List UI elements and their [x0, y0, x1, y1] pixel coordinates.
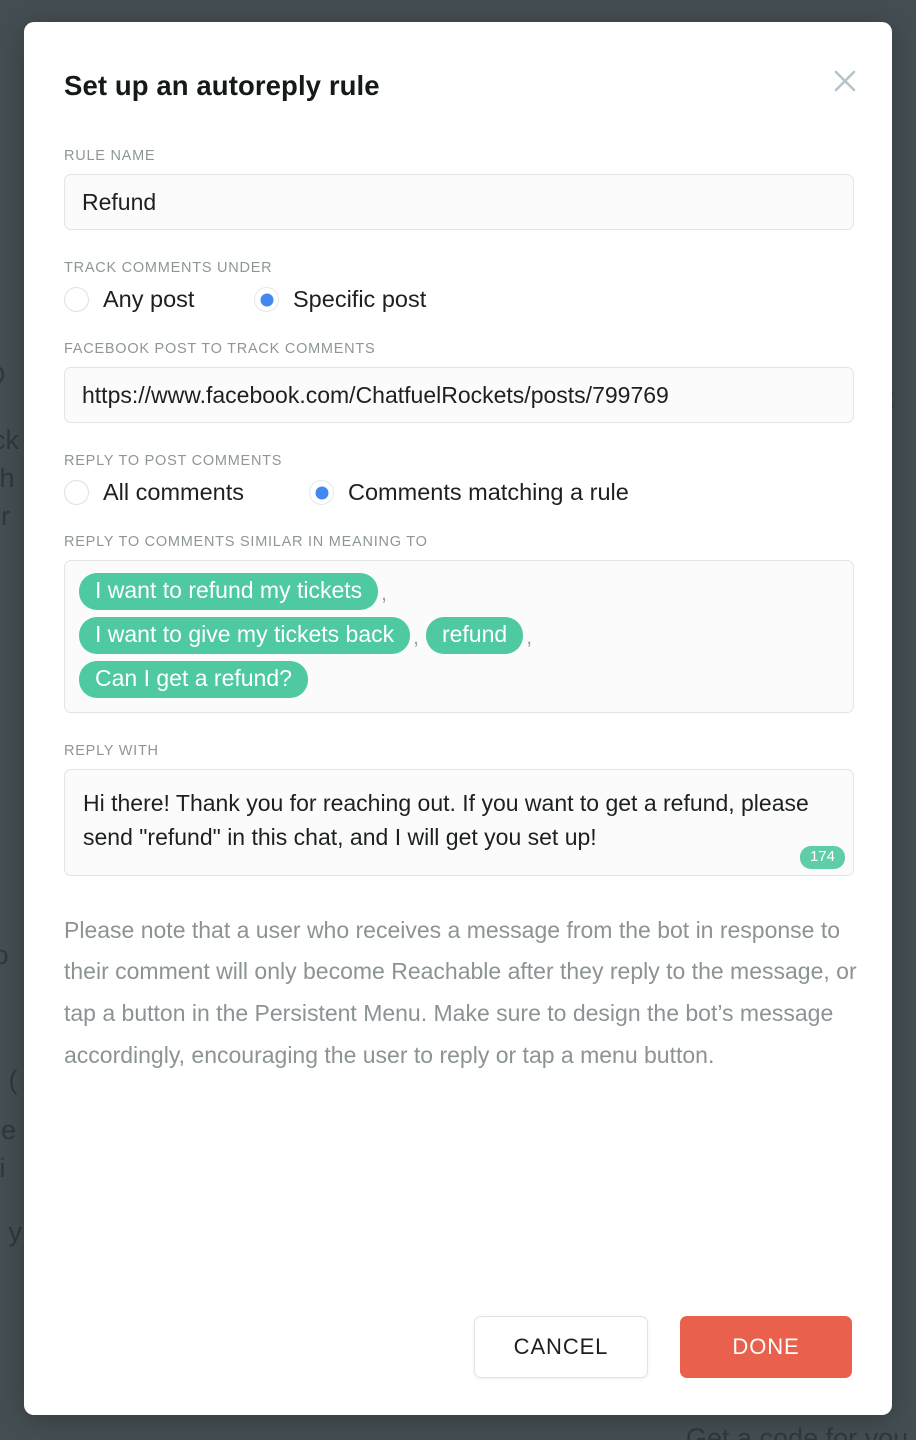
background-text-fragment: n y: [0, 1217, 23, 1247]
reply-with-textarea[interactable]: Hi there! Thank you for reaching out. If…: [64, 769, 854, 876]
page-title: Set up an autoreply rule: [64, 70, 380, 101]
radio-any-post[interactable]: Any post: [64, 286, 254, 313]
chip-phrase[interactable]: I want to give my tickets back: [79, 617, 411, 655]
chip-separator: ,: [526, 626, 533, 650]
chip-phrase[interactable]: refund: [425, 617, 524, 655]
radio-circle-icon: [64, 480, 89, 505]
radio-all-comments-label: All comments: [103, 479, 245, 505]
radio-all-comments[interactable]: All comments: [64, 479, 309, 506]
modal-footer: CANCEL DONE: [474, 1316, 852, 1378]
track-comments-under-label: TRACK COMMENTS UNDER: [64, 260, 273, 276]
facebook-post-group: FACEBOOK POST TO TRACK COMMENTS https://…: [64, 341, 854, 423]
chip-phrase[interactable]: I want to refund my tickets: [79, 573, 379, 611]
done-button[interactable]: DONE: [680, 1316, 852, 1378]
reachability-note: Please note that a user who receives a m…: [64, 916, 857, 1069]
rule-name-label: RULE NAME: [64, 148, 156, 164]
radio-comments-matching-rule[interactable]: Comments matching a rule: [309, 479, 629, 506]
similar-meaning-group: REPLY TO COMMENTS SIMILAR IN MEANING TO …: [64, 534, 854, 714]
radio-specific-post[interactable]: Specific post: [254, 286, 426, 313]
chip-row: Can I get a refund?: [79, 661, 839, 699]
background-text-fragment: ch: [0, 463, 15, 493]
chip-separator: ,: [381, 582, 388, 606]
background-text-fragment: e (: [0, 1065, 18, 1095]
track-comments-under-group: TRACK COMMENTS UNDER Any post Specific p…: [64, 260, 854, 313]
similar-meaning-chips-box[interactable]: I want to refund my tickets , I want to …: [64, 560, 854, 714]
chip-separator: ,: [413, 626, 419, 650]
background-text-fragment: si: [0, 1153, 6, 1183]
character-count-badge: 174: [799, 845, 845, 869]
background-text-fragment: Get a code for you: [686, 1423, 909, 1440]
autoreply-rule-modal: Set up an autoreply rule RULE NAME Refun…: [24, 22, 892, 1415]
chip-phrase[interactable]: Can I get a refund?: [79, 661, 308, 699]
chip-row: I want to give my tickets back , refund …: [79, 617, 839, 655]
rule-name-group: RULE NAME Refund: [64, 148, 854, 230]
close-icon[interactable]: [828, 64, 862, 98]
rule-name-input[interactable]: Refund: [64, 174, 854, 230]
background-text-fragment: ge: [0, 1115, 17, 1145]
radio-circle-icon: [64, 287, 89, 312]
background-text-fragment: ick: [0, 425, 19, 455]
reply-to-post-comments-group: REPLY TO POST COMMENTS All comments Comm…: [64, 453, 854, 506]
reply-with-value: Hi there! Thank you for reaching out. If…: [83, 790, 809, 850]
reply-with-label: REPLY WITH: [64, 743, 159, 760]
radio-comments-matching-rule-label: Comments matching a rule: [348, 479, 629, 505]
facebook-post-label: FACEBOOK POST TO TRACK COMMENTS: [64, 341, 376, 357]
chip-row: I want to refund my tickets ,: [79, 573, 839, 611]
background-text-fragment: er: [0, 501, 11, 531]
radio-circle-selected-icon: [254, 287, 279, 312]
reply-with-group: REPLY WITH Hi there! Thank you for reach…: [64, 743, 854, 876]
radio-specific-post-label: Specific post: [293, 286, 427, 312]
cancel-button[interactable]: CANCEL: [474, 1316, 648, 1378]
reply-to-post-comments-label: REPLY TO POST COMMENTS: [64, 453, 283, 469]
radio-any-post-label: Any post: [103, 286, 195, 312]
background-text-fragment: D: [0, 355, 6, 396]
radio-circle-selected-icon: [309, 480, 334, 505]
similar-meaning-label: REPLY TO COMMENTS SIMILAR IN MEANING TO: [64, 534, 428, 550]
facebook-post-input[interactable]: https://www.facebook.com/ChatfuelRockets…: [64, 367, 854, 423]
background-text-fragment: to: [0, 940, 9, 970]
